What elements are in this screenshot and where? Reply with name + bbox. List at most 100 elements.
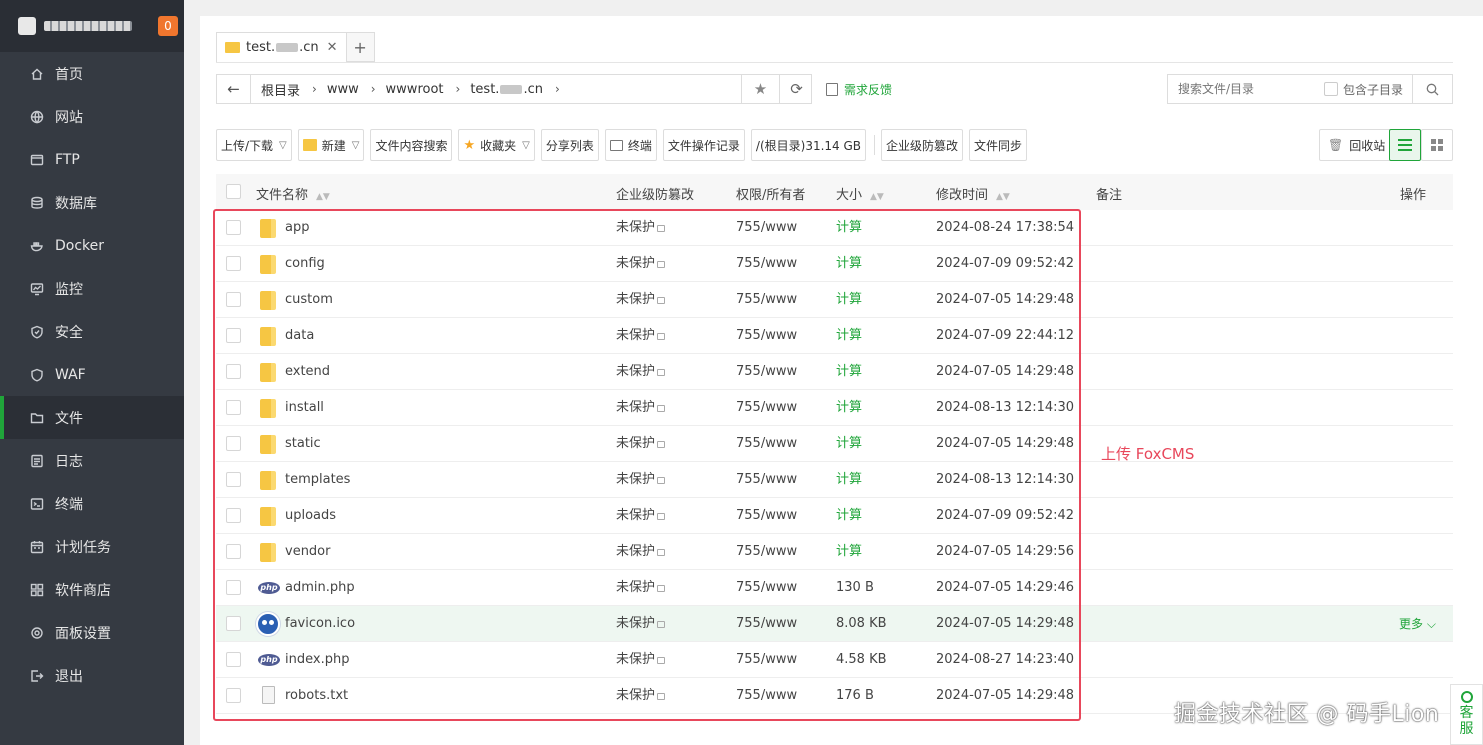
breadcrumb-item[interactable]: wwwroot › bbox=[376, 82, 461, 97]
permission[interactable]: 755/www bbox=[736, 462, 797, 498]
back-button[interactable]: ← bbox=[217, 75, 251, 103]
file-name[interactable]: templates bbox=[285, 462, 350, 498]
file-size[interactable]: 计算 bbox=[836, 246, 862, 282]
table-row[interactable]: static 未保护 755/www 计算 2024-07-05 14:29:48 bbox=[216, 426, 1453, 462]
sidebar-item-13[interactable]: 软件商店 bbox=[0, 568, 184, 611]
permission[interactable]: 755/www bbox=[736, 570, 797, 606]
row-checkbox[interactable] bbox=[226, 436, 241, 451]
table-row[interactable]: templates 未保护 755/www 计算 2024-08-13 12:14:30 bbox=[216, 462, 1453, 498]
tamper-status[interactable]: 未保护 bbox=[616, 606, 666, 642]
file-name[interactable]: custom bbox=[285, 282, 333, 318]
row-checkbox[interactable] bbox=[226, 508, 241, 523]
breadcrumb-item[interactable]: 根目录 › bbox=[251, 80, 317, 99]
table-row[interactable]: php admin.php 未保护 755/www 130 B 2024-07-05 14… bbox=[216, 570, 1453, 606]
tamper-status[interactable]: 未保护 bbox=[616, 534, 666, 570]
list-view-button[interactable] bbox=[1389, 129, 1421, 161]
table-row[interactable]: install 未保护 755/www 计算 2024-08-13 12:14:30 bbox=[216, 390, 1453, 426]
upload-download-button[interactable]: 上传/下载 ▽ bbox=[216, 129, 292, 161]
permission[interactable]: 755/www bbox=[736, 354, 797, 390]
row-checkbox[interactable] bbox=[226, 364, 241, 379]
tamper-protect-button[interactable]: 企业级防篡改 bbox=[881, 129, 964, 161]
header-size[interactable]: 大小 ▲▼ bbox=[836, 184, 884, 203]
file-name[interactable]: install bbox=[285, 390, 324, 426]
sidebar-item-11[interactable]: 终端 bbox=[0, 482, 184, 525]
sidebar-item-4[interactable]: 数据库 bbox=[0, 181, 184, 224]
tamper-status[interactable]: 未保护 bbox=[616, 426, 666, 462]
sidebar-item-3[interactable]: FTP bbox=[0, 138, 184, 181]
table-row[interactable]: favicon.ico 未保护 755/www 8.08 KB 2024-07-05 1… bbox=[216, 606, 1453, 642]
permission[interactable]: 755/www bbox=[736, 282, 797, 318]
file-size[interactable]: 计算 bbox=[836, 318, 862, 354]
permission[interactable]: 755/www bbox=[736, 318, 797, 354]
tamper-status[interactable]: 未保护 bbox=[616, 678, 666, 714]
row-checkbox[interactable] bbox=[226, 616, 241, 631]
sidebar-item-8[interactable]: WAF bbox=[0, 353, 184, 396]
file-size[interactable]: 计算 bbox=[836, 462, 862, 498]
file-size[interactable]: 计算 bbox=[836, 534, 862, 570]
notification-badge[interactable]: 0 bbox=[158, 16, 178, 36]
file-size[interactable]: 计算 bbox=[836, 390, 862, 426]
terminal-button[interactable]: 终端 bbox=[604, 129, 657, 161]
favorite-star-icon[interactable]: ★ bbox=[741, 75, 779, 103]
file-size[interactable]: 计算 bbox=[836, 498, 862, 534]
row-checkbox[interactable] bbox=[226, 256, 241, 271]
row-checkbox[interactable] bbox=[226, 220, 241, 235]
permission[interactable]: 755/www bbox=[736, 534, 797, 570]
header-name[interactable]: 文件名称 ▲▼ bbox=[256, 184, 330, 203]
breadcrumb-item-current[interactable]: test. .cn › bbox=[460, 82, 559, 97]
permission[interactable]: 755/www bbox=[736, 390, 797, 426]
permission[interactable]: 755/www bbox=[736, 606, 797, 642]
tamper-status[interactable]: 未保护 bbox=[616, 354, 666, 390]
sidebar-item-14[interactable]: 面板设置 bbox=[0, 611, 184, 654]
disk-usage-button[interactable]: /(根目录)31.14 GB bbox=[750, 129, 867, 161]
row-checkbox[interactable] bbox=[226, 544, 241, 559]
tamper-status[interactable]: 未保护 bbox=[616, 282, 666, 318]
header-modified[interactable]: 修改时间 ▲▼ bbox=[936, 184, 1010, 203]
table-row[interactable]: vendor 未保护 755/www 计算 2024-07-05 14:29:56 bbox=[216, 534, 1453, 570]
tamper-status[interactable]: 未保护 bbox=[616, 210, 666, 246]
file-name[interactable]: index.php bbox=[285, 642, 349, 678]
table-row[interactable]: uploads 未保护 755/www 计算 2024-07-09 09:52:42 bbox=[216, 498, 1453, 534]
permission[interactable]: 755/www bbox=[736, 210, 797, 246]
customer-service-button[interactable]: 客 服 bbox=[1450, 684, 1483, 745]
sidebar-item-15[interactable]: 退出 bbox=[0, 654, 184, 697]
tamper-status[interactable]: 未保护 bbox=[616, 462, 666, 498]
permission[interactable]: 755/www bbox=[736, 642, 797, 678]
favorites-button[interactable]: ★ 收藏夹 ▽ bbox=[458, 129, 535, 161]
refresh-button[interactable]: ⟳ bbox=[779, 75, 813, 103]
file-name[interactable]: extend bbox=[285, 354, 330, 390]
file-name[interactable]: uploads bbox=[285, 498, 336, 534]
permission[interactable]: 755/www bbox=[736, 246, 797, 282]
recycle-bin-button[interactable]: 🗑 回收站 bbox=[1319, 129, 1395, 161]
tamper-status[interactable]: 未保护 bbox=[616, 318, 666, 354]
tab-current-site[interactable]: test. .cn ✕ bbox=[216, 32, 347, 62]
search-button[interactable] bbox=[1412, 75, 1452, 103]
sidebar-item-5[interactable]: Docker bbox=[0, 224, 184, 267]
file-name[interactable]: favicon.ico bbox=[285, 606, 355, 642]
file-name[interactable]: data bbox=[285, 318, 314, 354]
permission[interactable]: 755/www bbox=[736, 678, 797, 714]
new-button[interactable]: 新建 ▽ bbox=[297, 129, 365, 161]
add-tab-button[interactable]: + bbox=[346, 32, 375, 62]
row-checkbox[interactable] bbox=[226, 292, 241, 307]
tamper-status[interactable]: 未保护 bbox=[616, 642, 666, 678]
sidebar-item-6[interactable]: 监控 bbox=[0, 267, 184, 310]
permission[interactable]: 755/www bbox=[736, 426, 797, 462]
select-all-checkbox[interactable] bbox=[226, 184, 241, 199]
content-search-button[interactable]: 文件内容搜索 bbox=[370, 129, 453, 161]
row-checkbox[interactable] bbox=[226, 580, 241, 595]
tamper-status[interactable]: 未保护 bbox=[616, 570, 666, 606]
grid-view-button[interactable] bbox=[1421, 129, 1453, 161]
tamper-status[interactable]: 未保护 bbox=[616, 246, 666, 282]
row-checkbox[interactable] bbox=[226, 688, 241, 703]
file-name[interactable]: robots.txt bbox=[285, 678, 348, 714]
table-row[interactable]: extend 未保护 755/www 计算 2024-07-05 14:29:48 bbox=[216, 354, 1453, 390]
file-name[interactable]: vendor bbox=[285, 534, 330, 570]
search-input[interactable] bbox=[1168, 76, 1316, 102]
file-name[interactable]: admin.php bbox=[285, 570, 355, 606]
table-row[interactable]: data 未保护 755/www 计算 2024-07-09 22:44:12 bbox=[216, 318, 1453, 354]
sidebar-item-10[interactable]: 日志 bbox=[0, 439, 184, 482]
row-checkbox[interactable] bbox=[226, 652, 241, 667]
sidebar-item-12[interactable]: 计划任务 bbox=[0, 525, 184, 568]
table-row[interactable]: config 未保护 755/www 计算 2024-07-09 09:52:42 bbox=[216, 246, 1453, 282]
